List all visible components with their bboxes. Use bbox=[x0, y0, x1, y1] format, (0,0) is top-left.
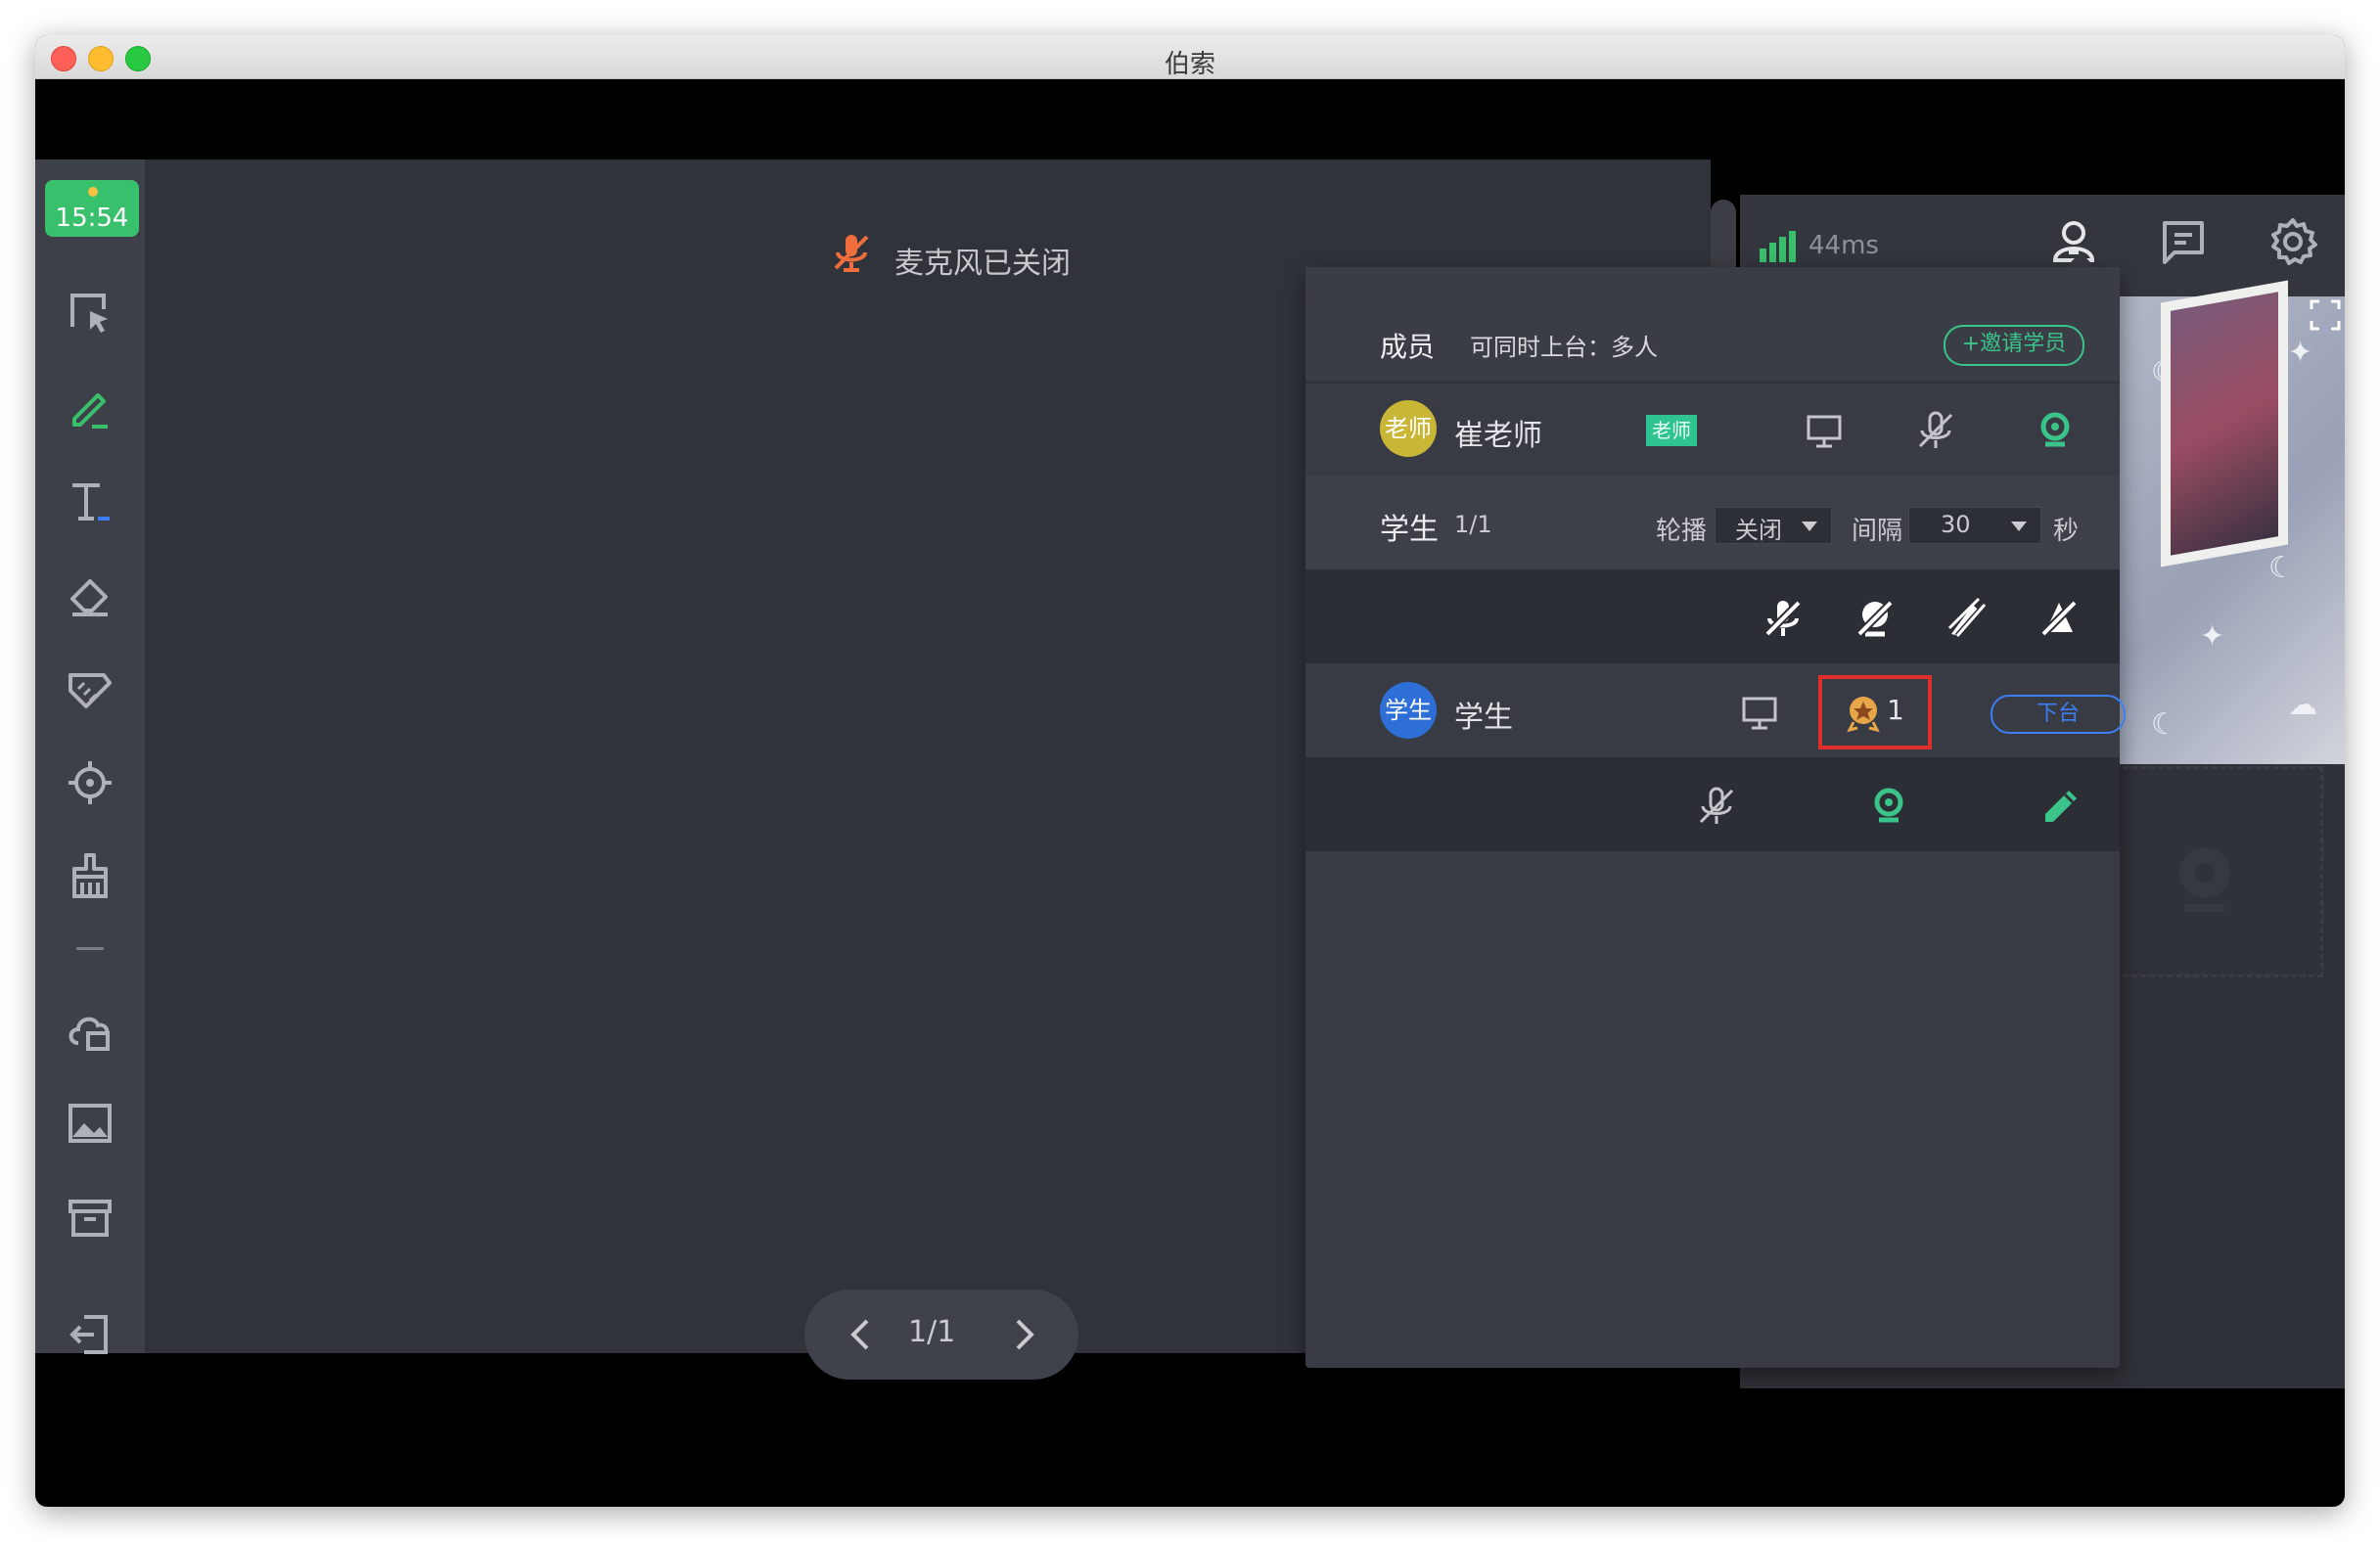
chevron-down-icon bbox=[1802, 522, 1817, 531]
mute-all-mic-icon[interactable] bbox=[1760, 595, 1807, 642]
carousel-label: 轮播 bbox=[1656, 517, 1708, 546]
students-count: 1/1 bbox=[1454, 511, 1492, 538]
student-mic-off-icon[interactable] bbox=[1693, 783, 1740, 830]
camera-placeholder-icon bbox=[2179, 847, 2230, 912]
class-timer: 15:54 bbox=[45, 180, 139, 237]
video-picture-frame bbox=[2161, 280, 2288, 567]
carousel-select-value: 关闭 bbox=[1735, 517, 1782, 544]
teacher-mic-off-icon[interactable] bbox=[1912, 407, 1959, 454]
image-tool-icon[interactable] bbox=[65, 1098, 115, 1149]
settings-gear-icon[interactable] bbox=[2266, 215, 2319, 268]
signal-strength-icon bbox=[1760, 231, 1796, 262]
bulk-actions-row bbox=[1305, 569, 2120, 663]
interval-label: 间隔 bbox=[1852, 517, 1903, 546]
chevron-down-icon bbox=[2011, 522, 2027, 531]
laser-pointer-tool-icon[interactable] bbox=[65, 757, 115, 808]
carousel-select[interactable]: 关闭 bbox=[1715, 507, 1832, 544]
page-navigator: 1/1 bbox=[804, 1290, 1078, 1380]
pen-tool-icon[interactable] bbox=[65, 382, 115, 432]
exit-class-icon[interactable] bbox=[65, 1309, 115, 1360]
select-tool-icon[interactable] bbox=[65, 288, 115, 339]
window-title: 伯索 bbox=[1164, 50, 1215, 79]
teacher-role-badge: 老师 bbox=[1646, 415, 1697, 446]
student-camera-icon[interactable] bbox=[1865, 783, 1912, 830]
disable-all-camera-icon[interactable] bbox=[1852, 595, 1899, 642]
chat-icon[interactable] bbox=[2157, 215, 2210, 268]
disable-all-draw-icon[interactable] bbox=[1944, 595, 1991, 642]
teacher-name: 崔老师 bbox=[1454, 419, 1542, 453]
reward-trophy-icon[interactable] bbox=[1840, 689, 1887, 736]
eraser-tool-icon[interactable] bbox=[65, 569, 115, 620]
latency-text: 44ms bbox=[1808, 231, 1879, 260]
invite-student-button[interactable]: +邀请学员 bbox=[1944, 325, 2084, 366]
cloud-disk-icon[interactable] bbox=[65, 1004, 115, 1055]
box-tool-icon[interactable] bbox=[65, 1192, 115, 1243]
teacher-avatar: 老师 bbox=[1380, 400, 1437, 457]
reward-all-icon[interactable] bbox=[2036, 595, 2082, 642]
reward-count: 1 bbox=[1887, 694, 1904, 726]
student-screen-share-icon[interactable] bbox=[1736, 689, 1783, 736]
student-name: 学生 bbox=[1454, 701, 1513, 735]
interval-select[interactable]: 30 bbox=[1908, 507, 2041, 544]
student-draw-permission-icon[interactable] bbox=[2037, 783, 2084, 830]
interval-unit: 秒 bbox=[2053, 517, 2080, 546]
prev-page-icon[interactable] bbox=[840, 1313, 883, 1356]
page-indicator: 1/1 bbox=[908, 1315, 956, 1349]
title-bar: 伯索 bbox=[35, 35, 2345, 79]
mic-off-icon bbox=[834, 235, 869, 272]
fullscreen-icon[interactable] bbox=[2308, 297, 2343, 333]
interval-select-value: 30 bbox=[1941, 511, 1971, 538]
timer-status-dot bbox=[88, 187, 98, 197]
next-page-icon[interactable] bbox=[1002, 1313, 1045, 1356]
mic-status-text: 麦克风已关闭 bbox=[894, 247, 1071, 281]
screen-share-icon[interactable] bbox=[1801, 407, 1848, 454]
text-tool-icon[interactable] bbox=[65, 476, 115, 526]
students-label: 学生 bbox=[1380, 513, 1439, 547]
toolbar-divider bbox=[76, 947, 104, 950]
clear-board-icon[interactable] bbox=[65, 851, 115, 902]
ruler-tool-icon[interactable] bbox=[65, 663, 115, 714]
panel-title: 成员 bbox=[1380, 331, 1436, 363]
timer-text: 15:54 bbox=[55, 204, 129, 233]
panel-pointer bbox=[2065, 252, 2096, 268]
offstage-button[interactable]: 下台 bbox=[1991, 695, 2126, 734]
student-video-placeholder bbox=[2114, 766, 2323, 977]
stage-mode-text: 可同时上台：多人 bbox=[1470, 334, 1658, 361]
student-avatar: 学生 bbox=[1380, 682, 1437, 739]
teacher-camera-icon[interactable] bbox=[2032, 407, 2079, 454]
